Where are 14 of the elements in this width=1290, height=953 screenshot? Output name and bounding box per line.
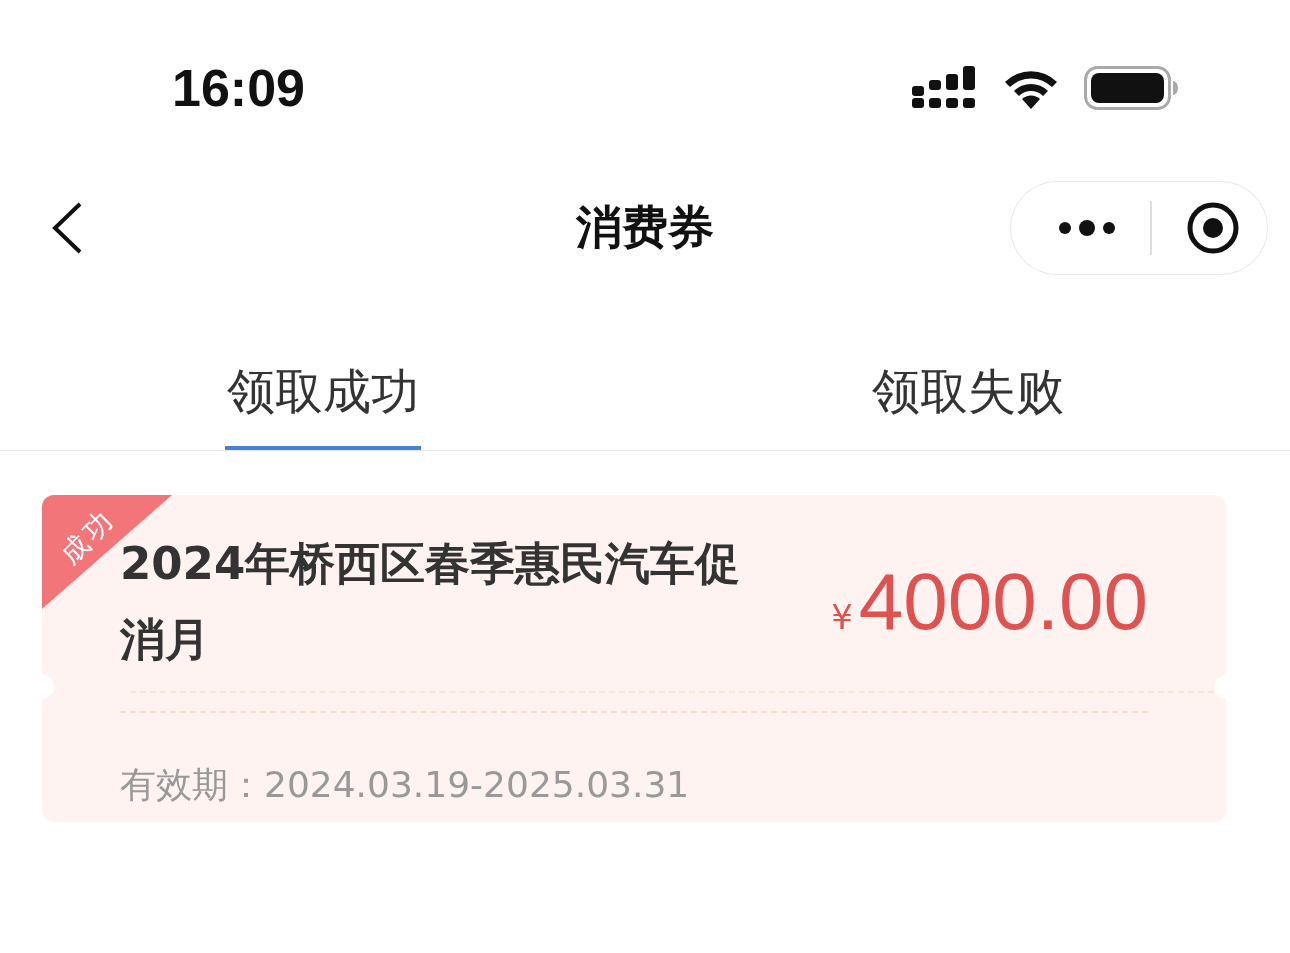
battery-icon [1084, 66, 1178, 110]
page-title: 消费券 [576, 199, 714, 256]
tab[interactable]: 领取成功 [224, 360, 421, 450]
validity-dates: 2024.03.19-2025.03.31 [264, 764, 690, 805]
more-icon[interactable] [1058, 220, 1116, 236]
validity-label: 有效期： [120, 764, 264, 805]
coupon-amount: 4000.00 [858, 556, 1148, 648]
currency-symbol: ¥ [831, 597, 853, 637]
back-button[interactable] [50, 202, 84, 254]
status-time: 16:09 [172, 58, 305, 118]
tab[interactable]: 领取失败 [869, 360, 1066, 450]
signal-icon [912, 66, 978, 110]
coupon-card[interactable]: 成功 2024年桥西区春季惠民汽车促消月 ¥4000.00 有效期：2024.03.19-2025.03.31 [42, 495, 1226, 822]
close-target-icon[interactable] [1186, 201, 1240, 255]
